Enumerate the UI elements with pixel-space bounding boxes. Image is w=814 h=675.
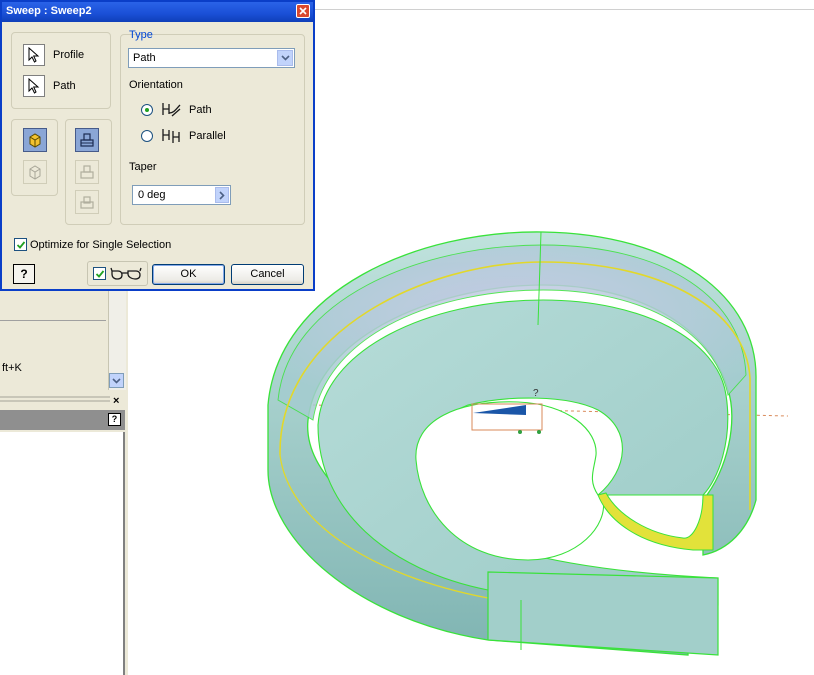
panel-grip[interactable]	[0, 396, 110, 404]
help-button[interactable]: ?	[13, 264, 35, 284]
taper-arrow-button[interactable]	[215, 187, 229, 203]
browser-header	[0, 410, 125, 430]
preview-checkbox[interactable]	[93, 267, 106, 280]
surface-cube-icon	[29, 165, 41, 180]
cursor-arrow-icon	[28, 78, 40, 94]
panel-close-icon[interactable]: ×	[113, 395, 119, 407]
cut-icon	[80, 165, 94, 179]
orientation-title: Orientation	[129, 79, 183, 91]
checkmark-icon	[95, 270, 105, 278]
solid-output-button[interactable]	[23, 128, 47, 152]
profile-label: Profile	[53, 49, 85, 61]
browser-help-icon[interactable]: ?	[108, 413, 121, 426]
dialog-close-button[interactable]	[296, 4, 310, 18]
dialog-title: Sweep : Sweep2	[6, 5, 92, 17]
cut-button[interactable]	[75, 160, 99, 184]
path-label: Path	[53, 80, 76, 92]
scroll-down-button[interactable]	[109, 373, 124, 388]
type-dropdown-arrow[interactable]	[277, 50, 293, 66]
panel-divider	[0, 320, 106, 321]
orientation-parallel-radio[interactable]	[141, 130, 153, 142]
type-title: Type	[129, 29, 153, 41]
checkmark-icon	[16, 241, 26, 249]
type-dropdown-value: Path	[133, 52, 156, 64]
profile-select-button[interactable]	[23, 44, 45, 66]
path-orientation-icon	[162, 103, 181, 117]
chevron-right-icon	[219, 191, 225, 200]
parallel-orientation-icon	[162, 129, 180, 143]
orientation-parallel-label: Parallel	[189, 130, 226, 142]
orientation-path-radio[interactable]	[141, 104, 153, 116]
path-select-button[interactable]	[23, 75, 45, 97]
glasses-icon	[110, 267, 142, 280]
solid-cube-icon	[29, 133, 41, 148]
shortcut-text: ft+K	[2, 362, 22, 374]
cancel-button[interactable]: Cancel	[231, 264, 304, 285]
optimize-label: Optimize for Single Selection	[30, 239, 172, 251]
taper-input[interactable]: 0 deg	[132, 185, 231, 205]
intersect-button[interactable]	[75, 190, 99, 214]
intersect-icon	[80, 196, 94, 209]
type-dropdown[interactable]: Path	[128, 48, 295, 68]
taper-value: 0 deg	[138, 189, 166, 201]
optimize-checkbox[interactable]	[14, 238, 27, 251]
taper-title: Taper	[129, 161, 157, 173]
surface-output-button[interactable]	[23, 160, 47, 184]
chevron-down-icon	[112, 378, 121, 384]
sweep-dialog: Sweep : Sweep2 Profile Path Type Path Or…	[0, 0, 315, 291]
cursor-arrow-icon	[28, 47, 40, 63]
ok-button[interactable]: OK	[152, 264, 225, 285]
svg-text:?: ?	[533, 388, 539, 399]
chevron-down-icon	[281, 55, 290, 61]
orientation-path-label: Path	[189, 104, 212, 116]
dialog-titlebar[interactable]: Sweep : Sweep2	[2, 2, 313, 22]
join-button[interactable]	[75, 128, 99, 152]
close-icon	[299, 7, 307, 15]
join-icon	[80, 133, 94, 147]
browser-tree	[0, 432, 125, 675]
